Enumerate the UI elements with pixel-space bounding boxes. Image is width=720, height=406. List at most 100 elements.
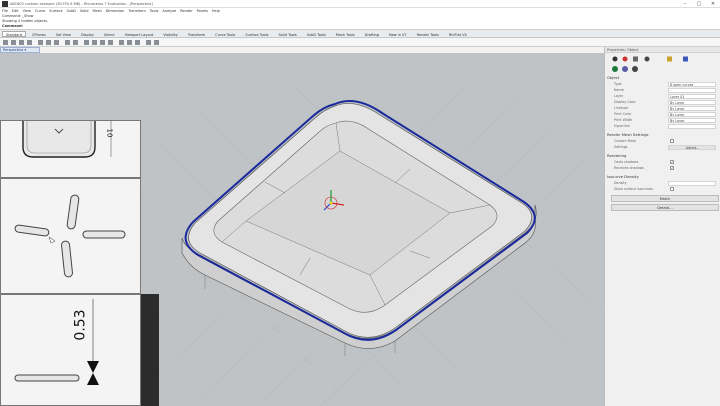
- section-render-mesh: Render Mesh Settings: [607, 132, 649, 137]
- property-row-casts-shadows: Casts shadows ✓: [614, 160, 718, 166]
- property-row-display-color: Display Color By Layer: [614, 100, 718, 106]
- toolbar-icons[interactable]: [0, 38, 720, 47]
- rhino-logo-icon: [2, 1, 8, 7]
- cushion-model: [181, 100, 537, 356]
- cut-icon: [38, 40, 43, 45]
- density-input[interactable]: [668, 181, 716, 186]
- properties-header: Properties: Object: [605, 47, 720, 53]
- custom-mesh-checkbox[interactable]: [670, 139, 674, 143]
- tab-curve-tools[interactable]: Curve Tools: [211, 31, 239, 37]
- render-icon: [146, 40, 151, 45]
- property-row-density: Density: [614, 181, 718, 187]
- maximize-button[interactable]: □: [692, 0, 706, 8]
- property-label: Receives shadows: [614, 166, 645, 170]
- property-row-print-width: Print Width By Layer: [614, 118, 718, 124]
- tab-surface-tools[interactable]: Surface Tools: [241, 31, 272, 37]
- minimize-button[interactable]: –: [678, 0, 692, 8]
- property-value: 8 open curves: [668, 82, 716, 87]
- layer-select[interactable]: Layer 01: [668, 94, 716, 99]
- menu-dimension[interactable]: Dimension: [106, 9, 125, 13]
- adjust-button[interactable]: Adjust...: [668, 145, 716, 150]
- menu-help[interactable]: Help: [212, 9, 220, 13]
- tab-subd-tools[interactable]: SubD Tools: [303, 31, 330, 37]
- detail-inset-middle: [0, 178, 141, 294]
- icon-toolbar: [0, 38, 720, 47]
- menu-file[interactable]: File: [2, 9, 8, 13]
- menu-curve[interactable]: Curve: [35, 9, 45, 13]
- tab-select[interactable]: Select: [100, 31, 119, 37]
- command-prompt[interactable]: Command:: [0, 24, 720, 29]
- property-label: Hyperlink: [614, 124, 630, 128]
- tab-render-tools[interactable]: Render Tools: [413, 31, 443, 37]
- name-input[interactable]: [668, 88, 716, 93]
- menu-analyze[interactable]: Analyze: [162, 9, 176, 13]
- linetype-select[interactable]: By Layer: [668, 106, 716, 111]
- property-label: Print Color: [614, 112, 632, 116]
- hyperlink-input[interactable]: [668, 124, 716, 129]
- toolbar-tabs: Standard CPlanes Set View Display Select…: [0, 30, 720, 38]
- paste-icon: [54, 40, 59, 45]
- print-color-select[interactable]: By Layer: [668, 112, 716, 117]
- close-button[interactable]: ✕: [706, 0, 720, 8]
- menu-tools[interactable]: Tools: [150, 9, 159, 13]
- show-isocurves-checkbox[interactable]: [670, 187, 674, 191]
- menu-transform[interactable]: Transform: [128, 9, 145, 13]
- title-bar: AB1603 cushion example (3D FFA 8 MB) - R…: [0, 0, 720, 8]
- tab-solid-tools[interactable]: Solid Tools: [274, 31, 300, 37]
- property-label: Name: [614, 88, 624, 92]
- tab-rhiflat[interactable]: RhiFlat V4: [445, 31, 471, 37]
- property-label: Density: [614, 181, 627, 185]
- menu-solid[interactable]: Solid: [80, 9, 89, 13]
- property-row-receives-shadows: Receives shadows ✓: [614, 166, 718, 172]
- property-row-custom-mesh: Custom Mesh: [614, 139, 718, 145]
- undo-icon: [65, 40, 70, 45]
- details-button[interactable]: Details...: [611, 204, 719, 211]
- property-row-layer: Layer Layer 01: [614, 94, 718, 100]
- print-width-select[interactable]: By Layer: [668, 118, 716, 123]
- properties-icon: [135, 40, 140, 45]
- material-tab-icon: [622, 56, 628, 62]
- command-area[interactable]: Command: _Show Showing 4 hidden objects.…: [0, 14, 720, 30]
- tab-mesh-tools[interactable]: Mesh Tools: [332, 31, 359, 37]
- tab-visibility[interactable]: Visibility: [159, 31, 182, 37]
- menu-render[interactable]: Render: [180, 9, 192, 13]
- perspective-viewport[interactable]: 10 0.53: [0, 53, 604, 406]
- tab-transform[interactable]: Transform: [184, 31, 209, 37]
- tab-cplanes[interactable]: CPlanes: [28, 31, 50, 37]
- top-dimension: 10: [105, 128, 114, 138]
- tab-new-in-v7[interactable]: New in V7: [385, 31, 411, 37]
- side-dimension: 0.53: [72, 309, 89, 341]
- print-icon: [27, 40, 32, 45]
- tab-viewport-layout[interactable]: Viewport Layout: [121, 31, 158, 37]
- zoom-icon: [100, 40, 105, 45]
- web-tab-icon: [683, 56, 688, 62]
- menu-surface[interactable]: Surface: [49, 9, 62, 13]
- property-row-settings: Settings Adjust...: [614, 145, 718, 151]
- object-tab-icon: [612, 56, 618, 62]
- casts-shadows-checkbox[interactable]: ✓: [670, 160, 674, 164]
- tab-set-view[interactable]: Set View: [52, 31, 75, 37]
- match-button[interactable]: Match: [611, 195, 719, 202]
- tab-drafting[interactable]: Drafting: [361, 31, 383, 37]
- property-label: Settings: [614, 145, 628, 149]
- menu-panels[interactable]: Panels: [197, 9, 208, 13]
- tab-standard[interactable]: Standard: [2, 30, 26, 37]
- menu-mesh[interactable]: Mesh: [93, 9, 102, 13]
- section-rendering: Rendering: [607, 153, 627, 158]
- tab-display[interactable]: Display: [77, 31, 98, 37]
- zoom-extents-icon: [108, 40, 113, 45]
- property-row-hyperlink: Hyperlink: [614, 124, 718, 130]
- display-color-select[interactable]: By Layer: [668, 100, 716, 105]
- menu-view[interactable]: View: [23, 9, 31, 13]
- property-row-show-isocurves: Show surface isocurves: [614, 187, 718, 193]
- detail-bottom-drawing: [14, 299, 99, 385]
- menu-edit[interactable]: Edit: [12, 9, 19, 13]
- receives-shadows-checkbox[interactable]: ✓: [670, 166, 674, 170]
- menu-subd[interactable]: SubD: [67, 9, 76, 13]
- copy-icon: [46, 40, 51, 45]
- property-page-icons[interactable]: [609, 55, 689, 73]
- detail-middle-drawing: [14, 194, 126, 278]
- display-tab-icon: [612, 66, 618, 72]
- section-object: Object: [607, 75, 620, 80]
- detail-top-drawing: [22, 121, 112, 158]
